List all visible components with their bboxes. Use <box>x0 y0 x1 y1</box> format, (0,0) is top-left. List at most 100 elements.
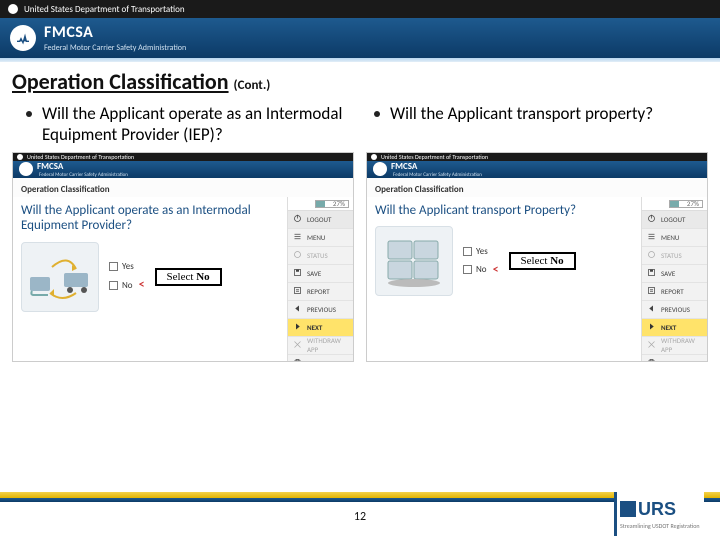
sidebar-item-previous[interactable]: PREVIOUS <box>642 301 707 319</box>
option-no[interactable]: No < <box>463 263 499 277</box>
slide-title-main: Operation Classification <box>12 68 229 95</box>
select-prefix: Select <box>521 255 551 267</box>
fig-header: FMCSA Federal Motor Carrier Safety Admin… <box>367 161 707 178</box>
select-no-callout: Select No <box>509 252 576 270</box>
fig-top-text: United States Department of Transportati… <box>27 153 134 161</box>
sidebar-item-status: STATUS <box>288 247 353 265</box>
power-icon <box>647 214 656 225</box>
fmcsa-header: FMCSA Federal Motor Carrier Safety Admin… <box>0 18 720 58</box>
sidebar-item-save[interactable]: SAVE <box>642 265 707 283</box>
urs-square-icon <box>620 501 636 517</box>
sidebar-item-label: PREVIOUS <box>307 305 336 314</box>
sidebar-item-report[interactable]: REPORT <box>642 283 707 301</box>
print-icon <box>293 358 302 362</box>
option-yes[interactable]: Yes <box>109 261 145 272</box>
bullet-row: Will the Applicant operate as an Intermo… <box>12 103 708 146</box>
dot-top-bar: United States Department of Transportati… <box>0 0 720 18</box>
yes-no-group: Yes No < <box>463 246 499 277</box>
progress-pct: 27% <box>333 199 345 208</box>
fig-brand: FMCSA <box>391 161 482 172</box>
option-yes-label: Yes <box>476 246 488 257</box>
fmcsa-title: FMCSA <box>44 23 186 42</box>
select-value: No <box>196 271 209 283</box>
option-no-label: No <box>122 280 133 291</box>
sidebar-item-print[interactable]: PRINT <box>288 355 353 362</box>
checkbox-icon[interactable] <box>463 247 472 256</box>
bullet-left: Will the Applicant operate as an Intermo… <box>12 103 360 146</box>
bullet-right-text: Will the Applicant transport property? <box>390 103 653 146</box>
intermodal-art-icon <box>21 242 99 312</box>
fig-brand-sub: Federal Motor Carrier Safety Administrat… <box>393 172 482 178</box>
sidebar-item-save[interactable]: SAVE <box>288 265 353 283</box>
sidebar-item-next[interactable]: NEXT <box>288 319 353 337</box>
print-icon <box>647 358 656 362</box>
option-no[interactable]: No < <box>109 278 145 292</box>
checkbox-icon[interactable] <box>463 265 472 274</box>
checkbox-icon[interactable] <box>109 281 118 290</box>
fig-top-text: United States Department of Transportati… <box>381 153 488 161</box>
fmcsa-logo-icon <box>19 162 33 176</box>
fig-sidebar: 27% LOGOUT MENU STATUS SAVE REPORT PREVIOUS NE… <box>287 197 353 362</box>
sidebar-item-label: WITHDRAW APP <box>661 336 702 354</box>
slide-title-cont: (Cont.) <box>234 78 271 93</box>
option-yes[interactable]: Yes <box>463 246 499 257</box>
fig-left-question: Will the Applicant operate as an Intermo… <box>21 203 279 234</box>
dot-logo-icon <box>8 4 18 14</box>
yes-no-group: Yes No < <box>109 261 145 292</box>
fmcsa-subtitle: Federal Motor Carrier Safety Administrat… <box>44 43 186 53</box>
bullet-icon <box>26 111 32 117</box>
next-icon <box>647 322 656 333</box>
prev-icon <box>293 304 302 315</box>
urs-text: URS <box>638 499 676 520</box>
progress-bar: 27% <box>642 197 707 211</box>
sidebar-item-label: PRINT <box>307 359 324 362</box>
fig-right: United States Department of Transportati… <box>366 152 708 362</box>
select-value: No <box>550 255 563 267</box>
prev-icon <box>647 304 656 315</box>
fig-section-title: Operation Classification <box>13 178 353 197</box>
sidebar-item-label: LOGOUT <box>661 215 685 224</box>
sidebar-item-logout[interactable]: LOGOUT <box>642 211 707 229</box>
arrow-left-icon: < <box>493 263 499 277</box>
sidebar-item-menu[interactable]: MENU <box>288 229 353 247</box>
slide-footer: 12 URS Streamlining USDOT Registration <box>0 492 720 540</box>
withdraw-icon <box>647 340 656 351</box>
progress-bar: 27% <box>288 197 353 211</box>
fig-top-bar: United States Department of Transportati… <box>13 153 353 161</box>
footer-blue-bar <box>0 498 720 502</box>
sidebar-item-report[interactable]: REPORT <box>288 283 353 301</box>
checkbox-icon[interactable] <box>109 262 118 271</box>
fmcsa-logo-icon <box>10 25 36 51</box>
sidebar-item-label: LOGOUT <box>307 215 331 224</box>
option-no-label: No <box>476 264 487 275</box>
sidebar-item-label: MENU <box>307 233 325 242</box>
sidebar-item-menu[interactable]: MENU <box>642 229 707 247</box>
next-icon <box>293 322 302 333</box>
sidebar-item-label: STATUS <box>661 251 682 260</box>
fmcsa-logo-icon <box>373 162 387 176</box>
sidebar-item-label: SAVE <box>307 269 321 278</box>
sidebar-item-print[interactable]: PRINT <box>642 355 707 362</box>
sidebar-item-next[interactable]: NEXT <box>642 319 707 337</box>
fig-sidebar: 27% LOGOUT MENU STATUS SAVEREPORTPREVIOUS NE… <box>641 197 707 362</box>
sidebar-item-label: STATUS <box>307 251 328 260</box>
sidebar-item-previous[interactable]: PREVIOUS <box>288 301 353 319</box>
status-icon <box>647 250 656 261</box>
select-no-callout: Select No <box>155 268 222 286</box>
menu-icon <box>293 232 302 243</box>
bullet-icon <box>374 111 380 117</box>
sidebar-item-withdraw: WITHDRAW APP <box>288 337 353 355</box>
property-boxes-icon <box>375 226 453 296</box>
sidebar-item-logout[interactable]: LOGOUT <box>288 211 353 229</box>
figures-row: United States Department of Transportati… <box>12 152 708 362</box>
report-icon <box>647 286 656 297</box>
arrow-left-icon: < <box>139 278 145 292</box>
dot-logo-icon <box>371 154 377 160</box>
fig-section-title: Operation Classification <box>367 178 707 197</box>
fig-brand-sub: Federal Motor Carrier Safety Administrat… <box>39 172 128 178</box>
report-icon <box>293 286 302 297</box>
sidebar-item-label: NEXT <box>307 323 322 332</box>
select-prefix: Select <box>167 271 197 283</box>
sidebar-item-label: PRINT <box>661 359 678 362</box>
sidebar-item-label: NEXT <box>661 323 676 332</box>
